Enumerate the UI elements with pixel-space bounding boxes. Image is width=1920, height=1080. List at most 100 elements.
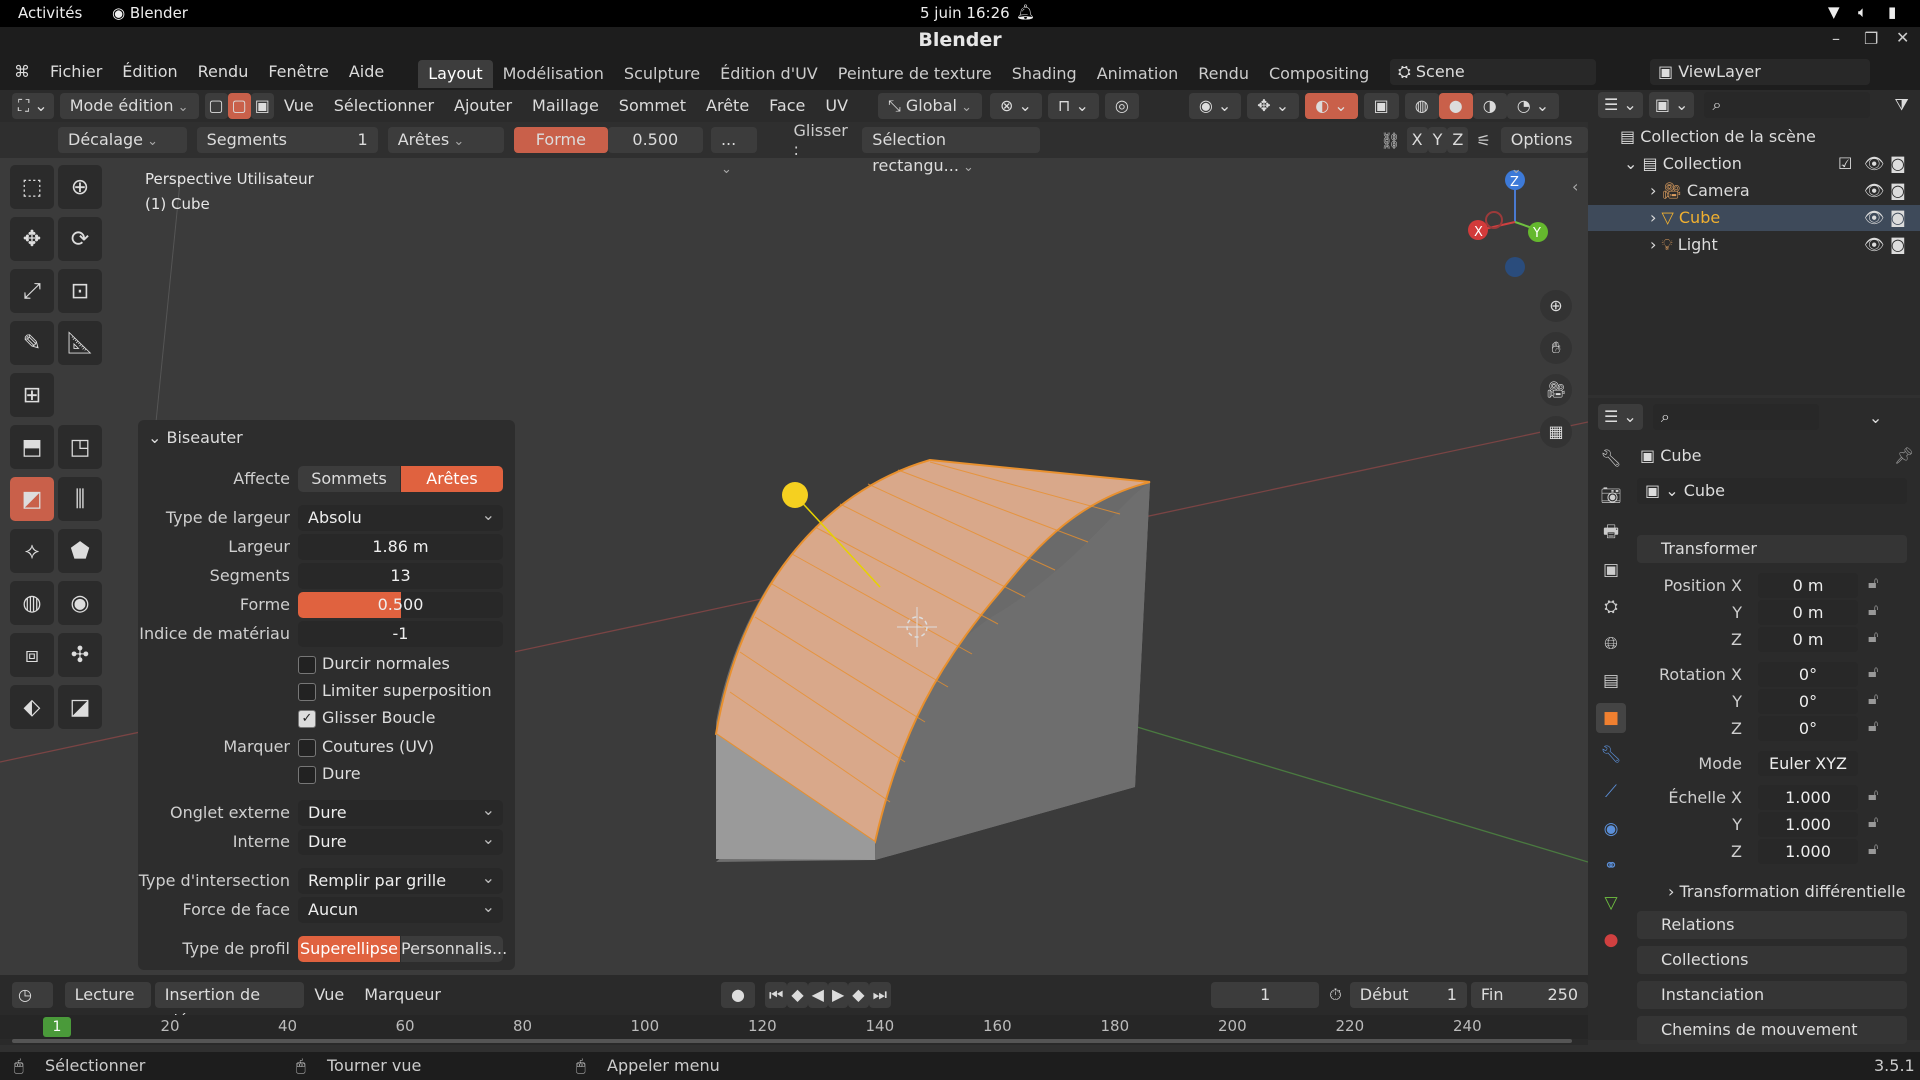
object-tab-icon[interactable]: ■ (1596, 703, 1626, 733)
snap-icon[interactable]: ⊓ ⌄ (1047, 93, 1099, 119)
record-icon[interactable]: ● (720, 982, 755, 1008)
scale-x-field[interactable]: 1.000 (1758, 785, 1858, 810)
jump-end-icon[interactable]: ⏭ (868, 982, 892, 1008)
play-reverse-icon[interactable]: ◀ (807, 982, 828, 1008)
world-tab-icon[interactable]: 🌐︎ (1596, 629, 1626, 659)
scale-icon[interactable]: ⤢ (10, 269, 54, 313)
render-camera-icon[interactable]: ◙ (1890, 151, 1906, 177)
edge-slide-icon[interactable]: ⧈ (10, 633, 54, 677)
tab-modelisation[interactable]: Modélisation (493, 60, 614, 88)
mesh-data-tab-icon[interactable]: ▽ (1596, 888, 1626, 918)
loop-slide-checkbox[interactable]: ✓ Glisser Boucle (298, 705, 435, 731)
width-field[interactable]: 1.86 m (298, 534, 503, 560)
material-field[interactable]: -1 (298, 621, 503, 647)
stopwatch-icon[interactable]: ⏱ (1329, 985, 1341, 1005)
display-mode-icon[interactable]: ▣ ⌄ (1648, 92, 1695, 118)
maximize-button[interactable]: ❐ (1864, 29, 1878, 48)
offset-type-dropdown[interactable]: Décalage (58, 127, 187, 153)
intersection-dropdown[interactable]: Remplir par grille (298, 865, 503, 894)
affect-edges-button[interactable]: Arêtes (401, 466, 503, 492)
sharp-checkbox[interactable]: Dure (298, 761, 361, 787)
outliner-editor-icon[interactable]: ☰ ⌄ (1598, 92, 1643, 118)
clock[interactable]: 5 juin 16:26 (920, 4, 1010, 22)
menu-sommet[interactable]: Sommet (609, 88, 696, 124)
more-options-dropdown[interactable]: ... (710, 127, 758, 153)
menu-fenetre[interactable]: Fenêtre (258, 54, 339, 90)
transform-icon[interactable]: ⊡ (58, 269, 102, 313)
motion-paths-section-header[interactable]: Chemins de mouvement (1637, 1016, 1907, 1044)
collection-tab-icon[interactable]: ▤ (1596, 666, 1626, 696)
rotation-z-field[interactable]: 0° (1758, 716, 1858, 741)
render-camera-icon[interactable]: ◙ (1890, 232, 1906, 258)
orientation-selector[interactable]: ⤡ Global (878, 93, 982, 119)
lock-icon[interactable]: 🔓︎ (1868, 716, 1878, 736)
bevel-icon[interactable]: ◩ (10, 477, 54, 521)
instancing-section-header[interactable]: Instanciation (1637, 981, 1907, 1009)
object-name-field[interactable]: ▣ ⌄ Cube (1637, 478, 1907, 504)
tab-edition-uv[interactable]: Édition d'UV (710, 60, 828, 88)
zoom-icon[interactable]: ⊕ (1540, 290, 1572, 322)
position-x-field[interactable]: 0 m (1758, 573, 1858, 598)
overlay-toggle-icon[interactable]: ◐ ⌄ (1305, 93, 1358, 119)
face-select-icon[interactable]: ▣ (250, 93, 274, 119)
menu-uv[interactable]: UV (815, 88, 858, 124)
ortho-grid-icon[interactable]: ▦ (1540, 416, 1572, 448)
filter-icon[interactable]: ⧩ (1894, 95, 1908, 115)
particles-tab-icon[interactable]: ⟋ (1596, 777, 1626, 807)
scene-collection-row[interactable]: ▤ Collection de la scène (1588, 124, 1920, 150)
lock-icon[interactable]: 🔓︎ (1868, 689, 1878, 709)
options-dropdown[interactable]: Options (1500, 127, 1588, 153)
lock-icon[interactable]: 🔓︎ (1868, 573, 1878, 593)
camera-view-icon[interactable]: 🎥︎ (1540, 374, 1572, 406)
scale-y-field[interactable]: 1.000 (1758, 812, 1858, 837)
cursor-icon[interactable]: ⊕ (58, 165, 102, 209)
affect-vertices-button[interactable]: Sommets (298, 466, 400, 492)
spin-icon[interactable]: ◍ (10, 581, 54, 625)
gizmo-toggle-icon[interactable]: ✥ ⌄ (1247, 93, 1300, 119)
close-button[interactable]: ✕ (1896, 28, 1909, 47)
material-tab-icon[interactable]: ● (1596, 925, 1626, 955)
timeline-editor-icon[interactable]: ◷ ⌄ (12, 982, 53, 1030)
pivot-icon[interactable]: ⊗ ⌄ (989, 93, 1042, 119)
knife-icon[interactable]: ⟡ (10, 529, 54, 573)
seams-checkbox[interactable]: Coutures (UV) (298, 734, 434, 760)
outliner-item-light[interactable]: › 💡︎ Light 👁︎ ◙ (1588, 232, 1920, 258)
menu-fichier[interactable]: Fichier (40, 54, 112, 90)
auto-merge-icon[interactable]: ⚟ (1476, 131, 1490, 150)
chevron-down-icon[interactable]: ⌄ (1869, 408, 1882, 427)
menu-ajouter[interactable]: Ajouter (444, 88, 522, 124)
app-menu[interactable]: ◉ Blender (112, 4, 188, 22)
lock-icon[interactable]: 🔓︎ (1868, 812, 1878, 832)
modifier-tab-icon[interactable]: 🔧︎ (1596, 740, 1626, 770)
properties-search[interactable]: ⌕ (1652, 404, 1819, 430)
shape-slider[interactable]: 0.500 (298, 592, 503, 618)
clamp-overlap-checkbox[interactable]: Limiter superposition (298, 678, 492, 704)
move-icon[interactable]: ✥ (10, 217, 54, 261)
extrude-icon[interactable]: ⬒ (10, 425, 54, 469)
bevel-panel-header[interactable]: ⌄ Biseauter (148, 428, 243, 447)
glisser-dropdown[interactable]: Sélection rectangu... (862, 127, 1041, 175)
tool-tab-icon[interactable]: 🔧︎ (1596, 444, 1626, 474)
relations-section-header[interactable]: Relations (1637, 911, 1907, 939)
scene-selector[interactable]: ⛭ Scene (1390, 59, 1596, 85)
outliner-item-camera[interactable]: › 🎥︎ Camera 👁︎ ◙ (1588, 178, 1920, 204)
scene-tab-icon[interactable]: ⛭ (1596, 592, 1626, 622)
outer-miter-dropdown[interactable]: Dure (298, 797, 503, 826)
jump-start-icon[interactable]: ⏮ (764, 982, 788, 1008)
segments-field[interactable]: 13 (298, 563, 503, 589)
affect-dropdown[interactable]: Arêtes (387, 127, 505, 153)
mode-selector[interactable]: Mode édition (59, 93, 199, 119)
activities-button[interactable]: Activités (18, 4, 82, 22)
eye-icon[interactable]: 👁︎ (1864, 205, 1884, 231)
rotation-x-field[interactable]: 0° (1758, 662, 1858, 687)
transform-section-header[interactable]: Transformer (1637, 535, 1907, 563)
menu-arete[interactable]: Arête (696, 88, 759, 124)
timeline-ruler[interactable]: 1 20 40 60 80 100 120 140 160 180 200 220 240 (0, 1015, 1588, 1039)
menu-aide[interactable]: Aide (339, 54, 394, 90)
rotation-mode-dropdown[interactable]: Euler XYZ (1758, 751, 1858, 776)
tab-rendu[interactable]: Rendu (1188, 60, 1259, 88)
view-layer-selector[interactable]: ▣ ViewLayer (1650, 59, 1870, 85)
menu-rendu[interactable]: Rendu (188, 54, 259, 90)
position-y-field[interactable]: 0 m (1758, 600, 1858, 625)
prev-keyframe-icon[interactable]: ◆ (787, 982, 808, 1008)
